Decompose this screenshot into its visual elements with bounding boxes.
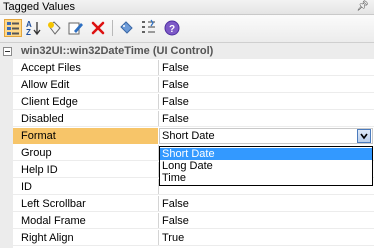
group-label: win32UI::win32DateTime (UI Control) (21, 45, 214, 57)
sort-alphabetical-button[interactable]: A Z (25, 19, 43, 37)
tag-group-icon (120, 21, 133, 34)
property-name: Modal Frame (21, 215, 86, 227)
property-row[interactable]: Modal Frame False (0, 213, 374, 229)
help-icon: ? (164, 20, 180, 36)
categorized-view-icon (7, 22, 19, 35)
property-row[interactable]: Accept Files False (0, 60, 374, 76)
property-row[interactable]: Disabled False (0, 111, 374, 127)
property-value[interactable]: False (162, 196, 189, 212)
property-value[interactable]: True (162, 230, 184, 246)
property-name: Accept Files (21, 62, 81, 74)
delete-tag-button[interactable] (89, 19, 107, 37)
pin-icon[interactable]: 📌︎ (356, 0, 369, 14)
group-row[interactable]: win32UI::win32DateTime (UI Control) (0, 43, 374, 59)
show-inherited-icon (142, 19, 155, 33)
edit-tag-button[interactable] (66, 19, 84, 37)
property-name: Allow Edit (21, 79, 70, 91)
delete-tag-icon (91, 21, 105, 35)
chevron-down-icon (360, 133, 368, 140)
dropdown-option[interactable]: Short Date (160, 148, 372, 160)
svg-text:?: ? (169, 24, 175, 35)
combobox-value: Short Date (162, 130, 215, 142)
property-name: Format (13, 128, 158, 144)
edit-tag-icon (68, 22, 83, 35)
format-combobox[interactable]: Short Date (159, 128, 373, 144)
property-row[interactable]: Right Align True (0, 230, 374, 246)
sort-alphabetical-icon: A Z (26, 20, 41, 37)
panel-title: Tagged Values (3, 1, 75, 13)
property-row[interactable]: Left Scrollbar False (0, 196, 374, 212)
dropdown-option[interactable]: Long Date (160, 160, 372, 172)
categorized-view-button[interactable] (4, 19, 22, 37)
toolbar-separator (112, 20, 113, 36)
property-name: Help ID (21, 164, 58, 176)
format-dropdown-list: Short Date Long Date Time (159, 146, 373, 186)
tag-group-button[interactable] (118, 19, 136, 37)
property-value[interactable]: False (162, 94, 189, 110)
property-name: Right Align (21, 232, 74, 244)
panel-titlebar: Tagged Values 📌︎ (0, 0, 374, 15)
new-tag-button[interactable] (45, 19, 63, 37)
property-name: Client Edge (21, 96, 78, 108)
toolbar: A Z ? (0, 15, 374, 43)
property-value[interactable]: False (162, 111, 189, 127)
property-name: ID (21, 181, 32, 193)
dropdown-option[interactable]: Time (160, 172, 372, 184)
property-row[interactable]: Client Edge False (0, 94, 374, 110)
property-name: Group (21, 147, 52, 159)
collapse-icon[interactable] (3, 47, 12, 56)
svg-text:Z: Z (26, 28, 31, 37)
new-tag-icon (48, 21, 61, 35)
dropdown-arrow-button[interactable] (357, 129, 371, 143)
help-button[interactable]: ? (163, 19, 181, 37)
property-row-selected[interactable]: Format Short Date (0, 128, 374, 144)
property-name: Left Scrollbar (21, 198, 86, 210)
show-inherited-button[interactable] (140, 19, 158, 37)
property-row[interactable]: Allow Edit False (0, 77, 374, 93)
property-value[interactable]: False (162, 213, 189, 229)
property-value[interactable]: False (162, 77, 189, 93)
property-value[interactable]: False (162, 60, 189, 76)
property-name: Disabled (21, 113, 64, 125)
